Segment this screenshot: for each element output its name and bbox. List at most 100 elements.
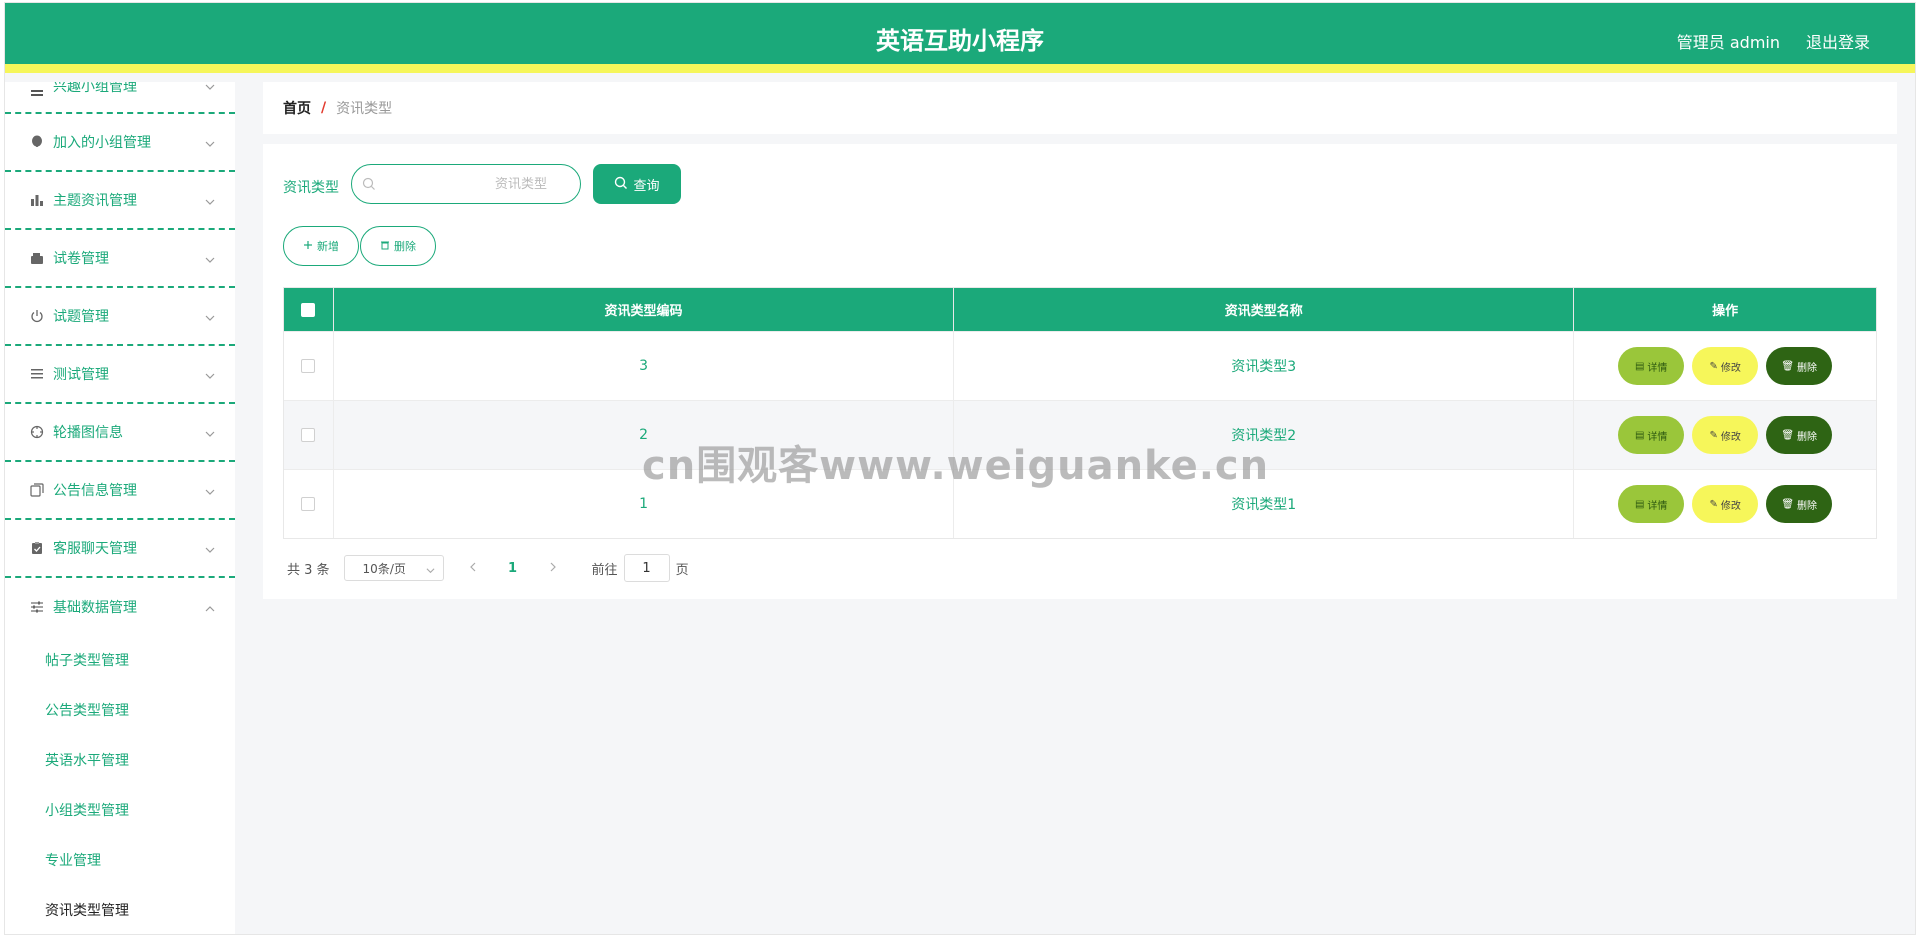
data-table: 资讯类型编码 资讯类型名称 操作 3 资讯类型3 ▤详情 ✎修改 🗑删除 bbox=[283, 287, 1877, 539]
sidebar-item-label: 加入的小组管理 bbox=[53, 135, 151, 151]
sidebar-item-label: 主题资讯管理 bbox=[53, 193, 137, 209]
delete-button[interactable]: 🗑 删除 bbox=[1766, 485, 1833, 523]
sidebar: 兴趣小组管理 加入的小组管理 主题资讯管理 试卷管理 试题管理 测试管理 轮播图… bbox=[5, 82, 235, 934]
main-content: 首页 / 资讯类型 资讯类型 查询 新增 bbox=[263, 82, 1897, 599]
sidebar-item-label: 兴趣小组管理 bbox=[53, 82, 137, 95]
document-icon: ▤ bbox=[1634, 360, 1645, 372]
chevron-down-icon bbox=[205, 543, 215, 553]
sidebar-subitem-post-type[interactable]: 帖子类型管理 bbox=[5, 636, 235, 686]
chevron-down-icon bbox=[426, 564, 435, 578]
sidebar-subitem-english-level[interactable]: 英语水平管理 bbox=[5, 736, 235, 786]
delete-label: 删除 bbox=[1797, 431, 1818, 443]
sidebar-item-label: 试题管理 bbox=[53, 309, 109, 325]
page-suffix: 页 bbox=[675, 562, 689, 578]
prev-page-button[interactable] bbox=[458, 561, 488, 576]
sidebar-item-interest-group[interactable]: 兴趣小组管理 bbox=[5, 82, 235, 114]
row-checkbox[interactable] bbox=[301, 428, 316, 442]
detail-button[interactable]: ▤ 详情 bbox=[1618, 347, 1685, 385]
row-checkbox[interactable] bbox=[301, 359, 316, 373]
sidebar-item-label: 客服聊天管理 bbox=[53, 541, 137, 557]
detail-button[interactable]: ▤ 详情 bbox=[1618, 416, 1685, 454]
edit-button[interactable]: ✎ 修改 bbox=[1692, 347, 1759, 385]
wallet-icon bbox=[29, 250, 45, 266]
cell-name: 资讯类型1 bbox=[954, 470, 1575, 538]
trash-icon: 🗑 bbox=[1781, 429, 1795, 441]
sidebar-item-label: 公告信息管理 bbox=[53, 483, 137, 499]
goto-page-input[interactable] bbox=[623, 554, 670, 582]
sidebar-item-label: 轮播图信息 bbox=[53, 425, 123, 441]
sidebar-item-customer-chat[interactable]: 客服聊天管理 bbox=[5, 520, 235, 578]
chevron-down-icon bbox=[205, 485, 215, 495]
power-icon bbox=[29, 308, 45, 324]
delete-button[interactable]: 🗑 删除 bbox=[1766, 347, 1833, 385]
sidebar-item-topic-news[interactable]: 主题资讯管理 bbox=[5, 172, 235, 230]
sidebar-item-notice[interactable]: 公告信息管理 bbox=[5, 462, 235, 520]
top-header: 英语互助小程序 管理员 admin 退出登录 bbox=[5, 3, 1915, 73]
cell-actions: ▤ 详情 ✎ 修改 🗑 删除 bbox=[1574, 332, 1876, 400]
chevron-down-icon bbox=[205, 311, 215, 321]
crosshair-icon bbox=[29, 424, 45, 440]
query-button-label: 查询 bbox=[633, 177, 660, 193]
select-all-checkbox[interactable] bbox=[301, 302, 316, 317]
sidebar-subitem-news-type[interactable]: 资讯类型管理 bbox=[5, 886, 235, 934]
header-code: 资讯类型编码 bbox=[334, 288, 955, 331]
pencil-icon: ✎ bbox=[1709, 498, 1718, 510]
current-user: 管理员 admin bbox=[1676, 33, 1780, 52]
sidebar-subitem-notice-type[interactable]: 公告类型管理 bbox=[5, 686, 235, 736]
cell-code: 2 bbox=[334, 401, 955, 469]
table-row: 1 资讯类型1 ▤ 详情 ✎ 修改 🗑 删除 bbox=[284, 469, 1876, 538]
sidebar-subitem-major[interactable]: 专业管理 bbox=[5, 836, 235, 886]
chevron-down-icon bbox=[205, 427, 215, 437]
breadcrumb-separator: / bbox=[321, 100, 327, 116]
menu-lines-icon bbox=[29, 366, 45, 382]
delete-label: 删除 bbox=[1797, 362, 1818, 374]
row-checkbox[interactable] bbox=[301, 497, 316, 511]
cell-name: 资讯类型3 bbox=[954, 332, 1575, 400]
edit-button[interactable]: ✎ 修改 bbox=[1692, 485, 1759, 523]
trash-icon: 🗑 bbox=[1781, 360, 1795, 372]
delete-button[interactable]: 🗑 删除 bbox=[1766, 416, 1833, 454]
add-button-label: 新增 bbox=[317, 241, 339, 253]
cell-actions: ▤ 详情 ✎ 修改 🗑 删除 bbox=[1574, 470, 1876, 538]
detail-button[interactable]: ▤ 详情 bbox=[1618, 485, 1685, 523]
edit-label: 修改 bbox=[1720, 431, 1741, 443]
page-number-current[interactable]: 1 bbox=[498, 561, 528, 576]
chevron-down-icon bbox=[205, 369, 215, 379]
page-size-select[interactable]: 10条/页 bbox=[343, 555, 444, 581]
sidebar-item-exam-paper[interactable]: 试卷管理 bbox=[5, 230, 235, 288]
sidebar-item-carousel[interactable]: 轮播图信息 bbox=[5, 404, 235, 462]
sidebar-item-label: 基础数据管理 bbox=[53, 600, 137, 616]
add-button[interactable]: 新增 bbox=[283, 226, 359, 266]
table-row: 2 资讯类型2 ▤ 详情 ✎ 修改 🗑 删除 bbox=[284, 400, 1876, 469]
sidebar-item-label: 测试管理 bbox=[53, 367, 109, 383]
breadcrumb: 首页 / 资讯类型 bbox=[263, 82, 1897, 134]
search-label: 资讯类型 bbox=[283, 180, 339, 196]
next-page-button[interactable] bbox=[538, 561, 568, 576]
sidebar-item-question[interactable]: 试题管理 bbox=[5, 288, 235, 346]
sidebar-item-joined-group[interactable]: 加入的小组管理 bbox=[5, 114, 235, 172]
sidebar-subitem-group-type[interactable]: 小组类型管理 bbox=[5, 786, 235, 836]
chevron-down-icon bbox=[205, 82, 215, 90]
detail-label: 详情 bbox=[1647, 500, 1668, 512]
breadcrumb-current: 资讯类型 bbox=[336, 101, 393, 117]
logout-link[interactable]: 退出登录 bbox=[1806, 29, 1870, 53]
batch-delete-button[interactable]: 删除 bbox=[360, 226, 436, 266]
row-checkbox-cell bbox=[284, 332, 334, 400]
table-header: 资讯类型编码 资讯类型名称 操作 bbox=[284, 288, 1876, 331]
search-field bbox=[351, 164, 581, 204]
app-title: 英语互助小程序 bbox=[876, 27, 1044, 55]
pagination: 共 3 条 10条/页 1 前往 页 bbox=[287, 554, 689, 582]
copy-icon bbox=[29, 482, 45, 498]
edit-button[interactable]: ✎ 修改 bbox=[1692, 416, 1759, 454]
breadcrumb-home[interactable]: 首页 bbox=[283, 98, 311, 118]
query-button[interactable]: 查询 bbox=[593, 164, 681, 204]
sidebar-submenu: 帖子类型管理 公告类型管理 英语水平管理 小组类型管理 专业管理 资讯类型管理 bbox=[5, 636, 235, 934]
list-icon bbox=[29, 86, 45, 102]
sidebar-item-test[interactable]: 测试管理 bbox=[5, 346, 235, 404]
app-frame: 英语互助小程序 管理员 admin 退出登录 兴趣小组管理 加入的小组管理 主题… bbox=[4, 2, 1916, 935]
sidebar-item-basic-data[interactable]: 基础数据管理 bbox=[5, 578, 235, 636]
detail-label: 详情 bbox=[1647, 431, 1668, 443]
sliders-icon bbox=[29, 599, 45, 615]
search-input[interactable] bbox=[382, 171, 572, 197]
search-icon bbox=[614, 176, 628, 193]
